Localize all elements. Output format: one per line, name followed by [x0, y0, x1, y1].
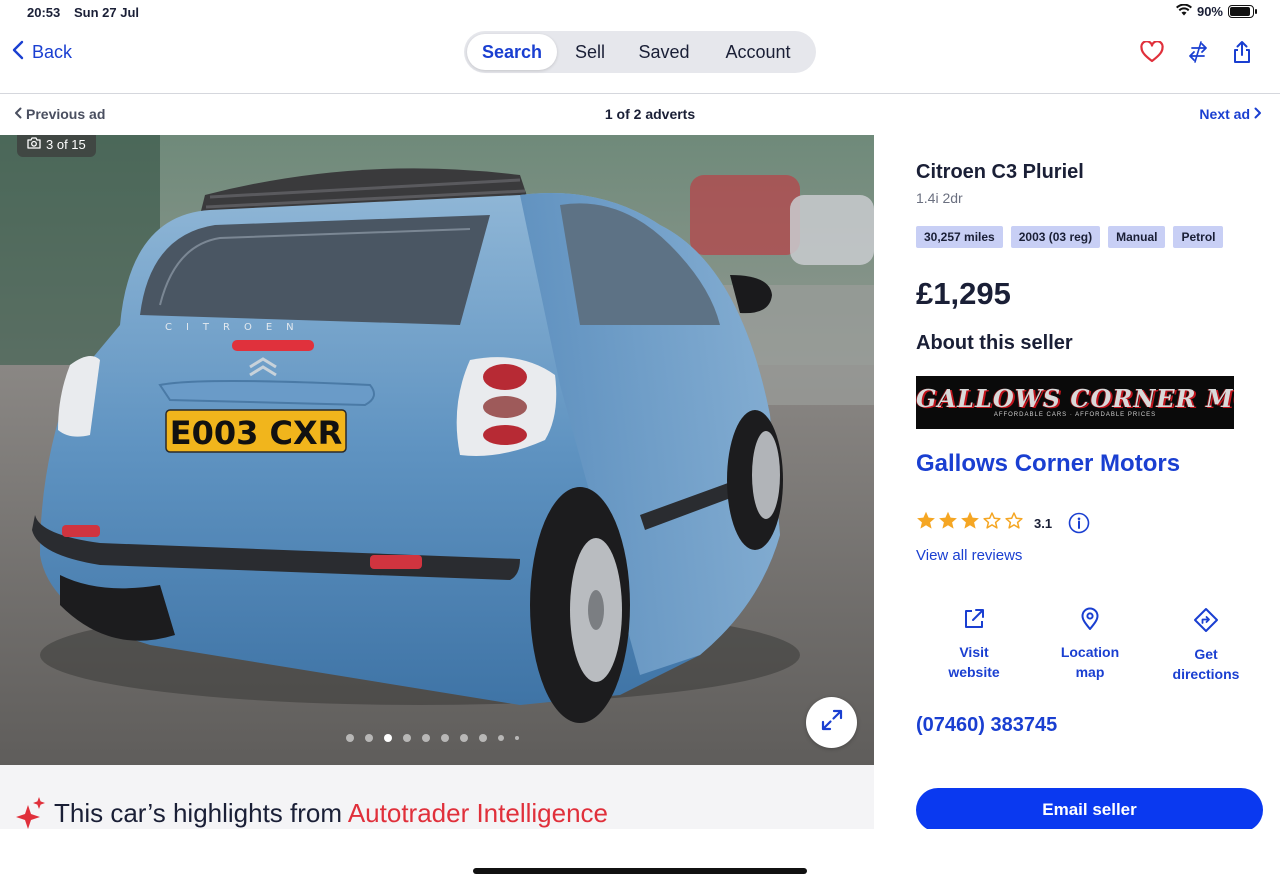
info-icon[interactable] — [1068, 512, 1090, 534]
location-pin-icon — [1078, 607, 1102, 636]
photo-count-badge: 3 of 15 — [17, 135, 96, 157]
view-all-reviews-link[interactable]: View all reviews — [916, 547, 1022, 564]
carousel-dot[interactable] — [498, 735, 504, 741]
expand-icon — [821, 709, 843, 736]
tag-year: 2003 (03 reg) — [1010, 226, 1101, 248]
star-empty-icon — [982, 511, 1002, 535]
photo-count: 3 of 15 — [46, 136, 86, 152]
star-full-icon — [960, 511, 980, 535]
carousel-dot[interactable] — [346, 734, 354, 742]
seller-phone-link[interactable]: (07460) 383745 — [916, 714, 1057, 737]
home-indicator[interactable] — [473, 868, 807, 874]
directions-icon — [1193, 607, 1219, 638]
carousel-dot[interactable] — [460, 734, 468, 742]
status-date: Sun 27 Jul — [74, 5, 140, 20]
email-seller-button[interactable]: Email seller — [916, 788, 1263, 832]
external-link-icon — [962, 607, 986, 636]
status-bar: 20:53 Sun 27 Jul 90% — [0, 0, 1280, 26]
dealer-logo-text: GALLOWS CORNER MOTORS — [916, 384, 1234, 413]
rear-badge-text: CITROEN — [165, 322, 308, 333]
spec-tags: 30,257 miles 2003 (03 reg) Manual Petrol — [916, 226, 1224, 248]
tab-saved[interactable]: Saved — [623, 34, 705, 70]
highlights-accent: Autotrader Intelligence — [347, 798, 608, 828]
dealer-logo: GALLOWS CORNER MOTORS AFFORDABLE CARS · … — [916, 376, 1234, 429]
carousel-dot[interactable] — [365, 734, 373, 742]
visit-website-button[interactable]: Visit website — [916, 607, 1032, 684]
status-time: 20:53 — [27, 5, 61, 20]
location-map-button[interactable]: Location map — [1032, 607, 1148, 684]
get-directions-button[interactable]: Get directions — [1148, 607, 1264, 684]
about-seller-heading: About this seller — [916, 332, 1073, 354]
bottom-area — [0, 829, 1280, 882]
battery-percentage: 90% — [1196, 4, 1223, 19]
back-label: Back — [32, 42, 73, 62]
dealer-logo-tagline: AFFORDABLE CARS · AFFORDABLE PRICES — [993, 412, 1157, 418]
ad-navigation: Previous ad 1 of 2 adverts Next ad — [0, 95, 1280, 135]
chevron-left-icon — [12, 40, 24, 65]
tag-mileage: 30,257 miles — [916, 226, 1003, 248]
carousel-dot[interactable] — [422, 734, 430, 742]
tab-account[interactable]: Account — [705, 34, 811, 70]
carousel-dot[interactable] — [403, 734, 411, 742]
tag-transmission: Manual — [1108, 226, 1166, 248]
carousel-dot-active[interactable] — [384, 734, 392, 742]
location-map-label: Location map — [1060, 644, 1120, 680]
tab-search[interactable]: Search — [467, 34, 557, 70]
seller-name-link[interactable]: Gallows Corner Motors — [916, 450, 1180, 478]
rating-value: 3.1 — [1034, 515, 1053, 531]
chevron-right-icon — [1254, 106, 1262, 122]
number-plate: E003 CXR — [170, 414, 343, 452]
tag-fuel: Petrol — [1173, 226, 1224, 248]
carousel-dot[interactable] — [441, 734, 449, 742]
next-ad-label: Next ad — [1199, 106, 1250, 122]
ai-highlights-banner: This car’s highlights from Autotrader In… — [0, 765, 874, 829]
share-icon[interactable] — [1232, 40, 1252, 64]
advert-count: 1 of 2 adverts — [604, 106, 696, 122]
star-full-icon — [916, 511, 936, 535]
wifi-icon — [1175, 3, 1192, 19]
main-tabs: Search Sell Saved Account — [464, 31, 816, 73]
get-directions-label: Get directions — [1172, 646, 1240, 682]
nav-actions — [1140, 40, 1252, 64]
seller-actions: Visit website Location map Get direction… — [916, 607, 1264, 684]
photo-gallery[interactable]: CITROEN E003 CXR 3 of 15 — [0, 135, 874, 765]
highlights-heading: This car’s highlights from Autotrader In… — [54, 798, 608, 829]
tab-sell[interactable]: Sell — [557, 34, 623, 70]
battery-icon — [1228, 5, 1257, 18]
car-photo: CITROEN E003 CXR — [0, 135, 874, 765]
fullscreen-button[interactable] — [806, 697, 857, 748]
seller-rating: 3.1 — [916, 511, 1090, 535]
star-full-icon — [938, 511, 958, 535]
carousel-dots[interactable] — [346, 734, 519, 742]
back-button[interactable]: Back — [12, 40, 72, 65]
carousel-dot[interactable] — [515, 736, 519, 740]
carousel-dot[interactable] — [479, 734, 487, 742]
price: £1,295 — [916, 276, 1011, 311]
visit-website-label: Visit website — [948, 644, 1000, 680]
next-ad-link[interactable]: Next ad — [1199, 106, 1262, 122]
nav-bar: Back Search Sell Saved Account — [0, 26, 1280, 94]
heart-icon[interactable] — [1140, 41, 1164, 63]
car-subtitle: 1.4i 2dr — [916, 190, 963, 206]
status-indicators: 90% — [1175, 3, 1257, 19]
camera-icon — [27, 136, 41, 152]
highlights-prefix: This car’s highlights from — [54, 798, 348, 828]
compare-icon[interactable] — [1186, 40, 1210, 64]
star-empty-icon — [1004, 511, 1024, 535]
car-title: Citroen C3 Pluriel — [916, 161, 1084, 183]
